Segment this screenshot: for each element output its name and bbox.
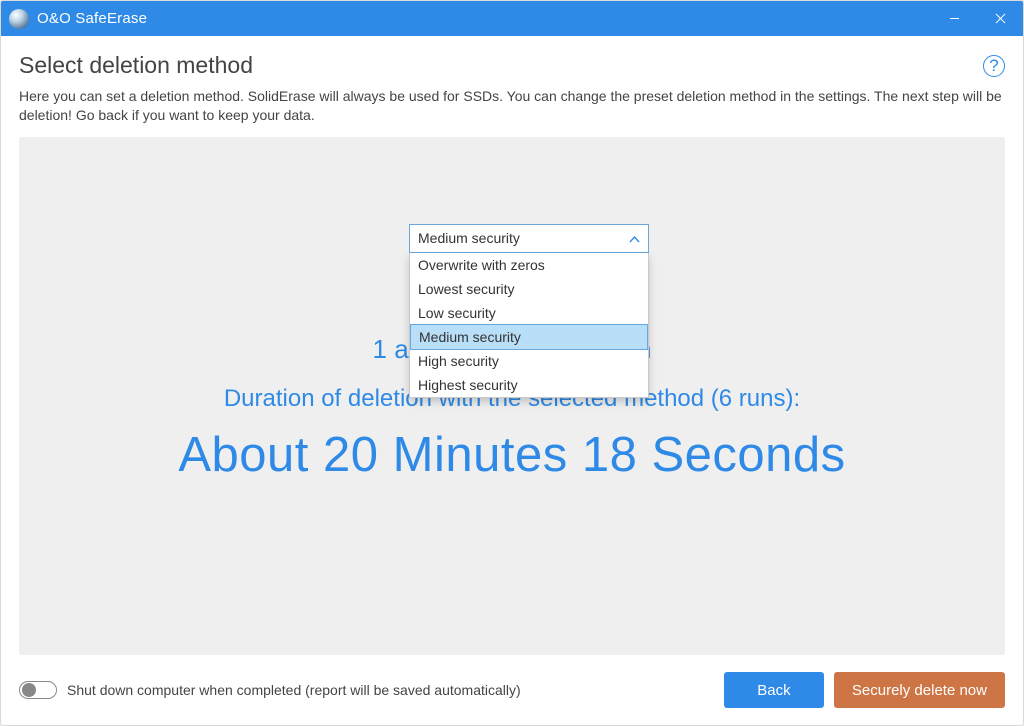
method-dropdown[interactable]: Medium security Overwrite with zeros Low… <box>409 224 649 398</box>
close-button[interactable] <box>977 1 1023 36</box>
dropdown-list: Overwrite with zeros Lowest security Low… <box>409 253 649 398</box>
page-description: Here you can set a deletion method. Soli… <box>19 87 1005 125</box>
shutdown-toggle-row: Shut down computer when completed (repor… <box>19 681 521 699</box>
summary-duration-value: About 20 Minutes 18 Seconds <box>19 427 1005 483</box>
shutdown-label: Shut down computer when completed (repor… <box>67 682 521 698</box>
dropdown-option[interactable]: High security <box>410 349 648 373</box>
dropdown-option[interactable]: Overwrite with zeros <box>410 253 648 277</box>
delete-button-label: Securely delete now <box>852 682 987 699</box>
page-heading: Select deletion method <box>19 52 253 79</box>
app-icon <box>9 9 29 29</box>
close-icon <box>995 13 1006 24</box>
dropdown-selected-label: Medium security <box>418 230 520 246</box>
footer: Shut down computer when completed (repor… <box>19 655 1005 711</box>
shutdown-toggle[interactable] <box>19 681 57 699</box>
securely-delete-button[interactable]: Securely delete now <box>834 672 1005 708</box>
title-bar: O&O SafeErase <box>1 1 1023 36</box>
footer-buttons: Back Securely delete now <box>724 672 1005 708</box>
dropdown-selected[interactable]: Medium security <box>409 224 649 253</box>
back-button[interactable]: Back <box>724 672 824 708</box>
window-controls <box>931 1 1023 36</box>
content-area: Select deletion method ? Here you can se… <box>1 36 1023 725</box>
help-icon[interactable]: ? <box>983 55 1005 77</box>
dropdown-option[interactable]: Lowest security <box>410 277 648 301</box>
dropdown-option[interactable]: Highest security <box>410 373 648 397</box>
dropdown-option-selected[interactable]: Medium security <box>410 324 648 350</box>
minimize-icon <box>949 13 960 24</box>
app-window: O&O SafeErase Select deletion method ? H… <box>0 0 1024 726</box>
chevron-up-icon <box>629 230 640 246</box>
back-button-label: Back <box>757 682 790 699</box>
main-panel: Medium security Overwrite with zeros Low… <box>19 137 1005 655</box>
window-title: O&O SafeErase <box>37 10 147 27</box>
minimize-button[interactable] <box>931 1 977 36</box>
dropdown-option[interactable]: Low security <box>410 301 648 325</box>
toggle-knob <box>22 683 36 697</box>
